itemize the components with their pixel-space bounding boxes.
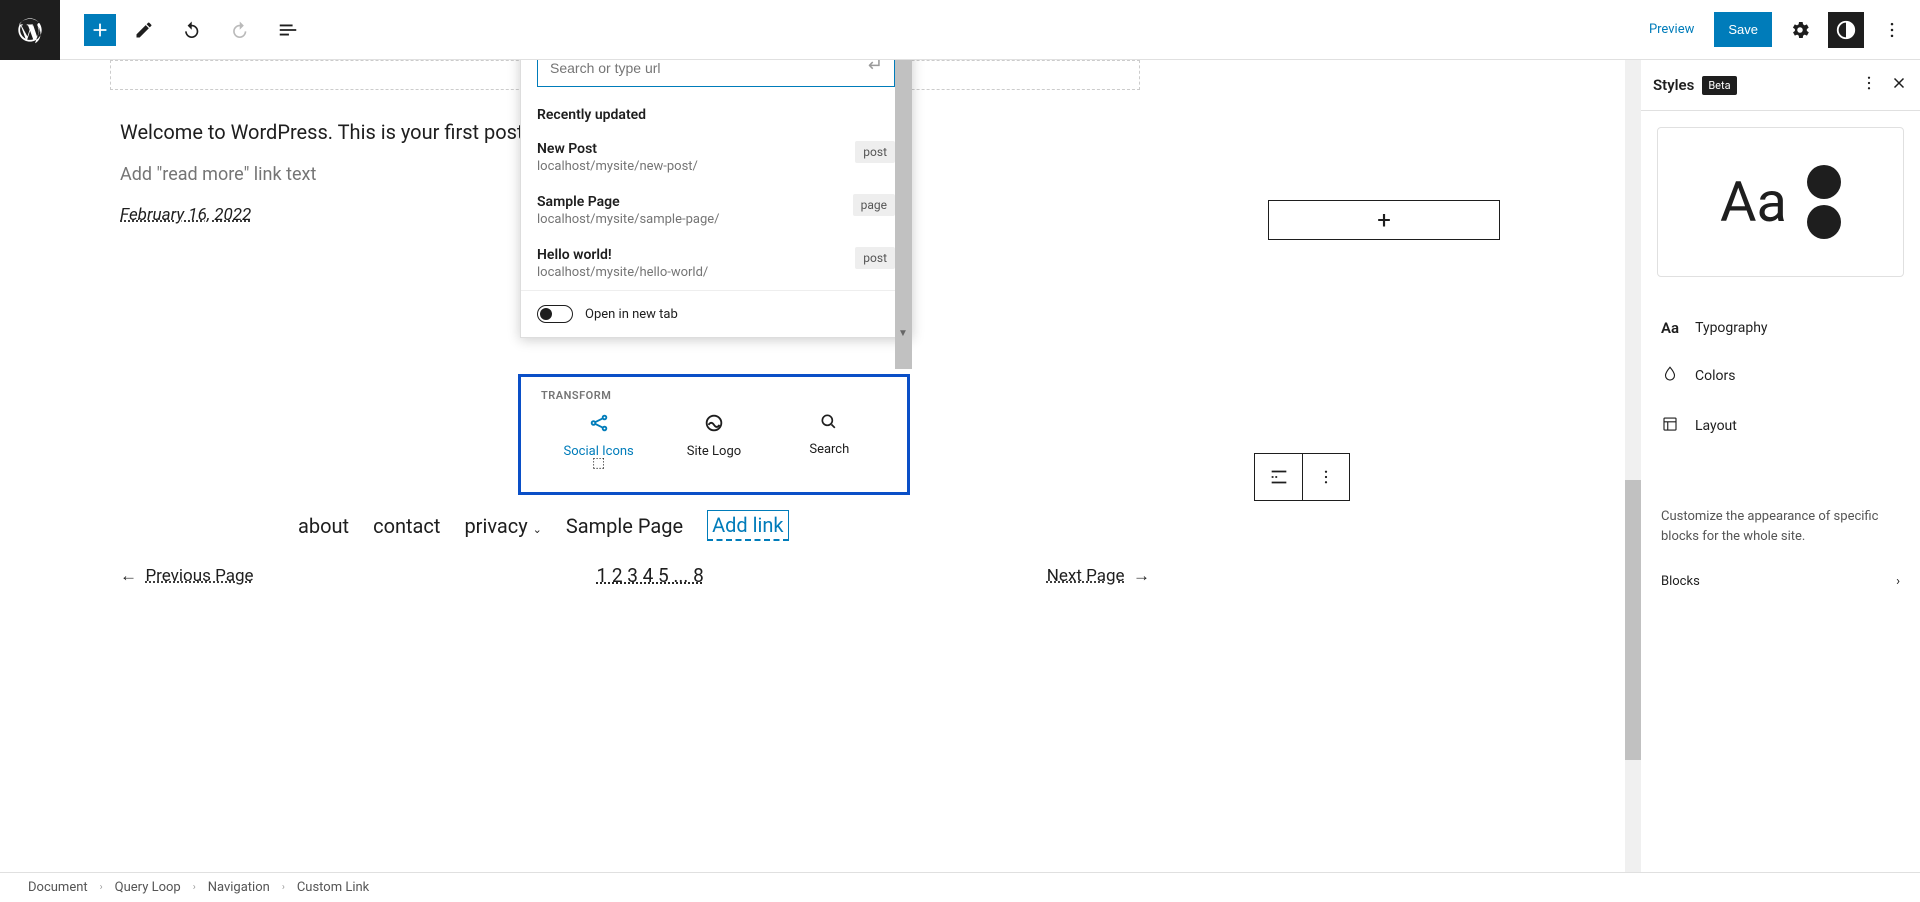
wordpress-logo[interactable] xyxy=(0,0,60,60)
style-preview[interactable]: Aa xyxy=(1657,127,1904,277)
recently-updated-label: Recently updated xyxy=(521,99,911,131)
options-icon[interactable] xyxy=(1302,453,1350,501)
edit-icon[interactable] xyxy=(124,10,164,50)
nav-item[interactable]: about xyxy=(298,514,349,538)
page-numbers[interactable]: 1 2 3 4 5 ... 8 xyxy=(596,564,703,587)
nav-item[interactable]: contact xyxy=(373,514,440,538)
popover-scrollbar[interactable]: ▲ ▼ xyxy=(895,60,912,337)
link-suggestion[interactable]: Hello world! localhost/mysite/hello-worl… xyxy=(521,237,911,290)
close-icon[interactable] xyxy=(1890,74,1908,96)
list-view-icon[interactable] xyxy=(268,10,308,50)
block-toolbar xyxy=(1254,453,1350,501)
chevron-down-icon: ⌄ xyxy=(533,523,542,536)
sidebar-scrollbar[interactable] xyxy=(1625,60,1641,872)
link-popover: ▲ ▼ ↵ Recently updated New Post localhos… xyxy=(520,60,912,338)
nav-item[interactable]: privacy ⌄ xyxy=(464,514,541,538)
top-toolbar: Preview Save xyxy=(0,0,1920,60)
chevron-right-icon: › xyxy=(282,882,285,893)
sidebar-title: Styles xyxy=(1653,76,1694,94)
breadcrumb-item[interactable]: Custom Link xyxy=(297,880,369,895)
suggestion-title: New Post xyxy=(537,141,698,157)
typography-option[interactable]: Aa Typography xyxy=(1641,305,1920,351)
pagination-block: ← Previous Page 1 2 3 4 5 ... 8 Next Pag… xyxy=(120,564,1150,587)
suggestion-url: localhost/mysite/hello-world/ xyxy=(537,265,708,280)
breadcrumb-item[interactable]: Navigation xyxy=(208,880,270,895)
layout-icon xyxy=(1661,415,1679,437)
typography-preview: Aa xyxy=(1720,169,1787,235)
layout-option[interactable]: Layout xyxy=(1641,401,1920,451)
block-inserter-button[interactable] xyxy=(84,14,116,46)
arrow-right-icon: → xyxy=(1133,566,1150,586)
transform-site-logo[interactable]: Site Logo xyxy=(664,412,764,459)
typography-icon: Aa xyxy=(1661,319,1679,337)
transform-label: TRANSFORM xyxy=(521,377,907,408)
link-search-input[interactable] xyxy=(537,60,895,87)
transform-search[interactable]: Search xyxy=(779,412,879,459)
suggestion-url: localhost/mysite/sample-page/ xyxy=(537,212,720,227)
chevron-right-icon: › xyxy=(100,882,103,893)
breadcrumb-item[interactable]: Document xyxy=(28,880,88,895)
chevron-right-icon: › xyxy=(193,882,196,893)
beta-badge: Beta xyxy=(1702,76,1736,95)
open-new-tab-toggle[interactable] xyxy=(537,305,573,323)
next-page-link[interactable]: Next Page xyxy=(1047,566,1125,586)
breadcrumb-item[interactable]: Query Loop xyxy=(115,880,181,895)
suggestion-type-badge: page xyxy=(853,194,895,216)
breadcrumb: Document › Query Loop › Navigation › Cus… xyxy=(0,872,1920,902)
transform-panel: TRANSFORM Social Icons Site Logo Search xyxy=(518,374,910,495)
navigation-block[interactable]: about contact privacy ⌄ Sample Page Add … xyxy=(298,510,789,541)
suggestion-title: Sample Page xyxy=(537,194,720,210)
chevron-right-icon: › xyxy=(1896,574,1900,589)
blocks-description: Customize the appearance of specific blo… xyxy=(1641,493,1920,560)
editor-canvas[interactable]: Welcome to WordPress. This is your first… xyxy=(0,60,1640,872)
suggestion-title: Hello world! xyxy=(537,247,708,263)
redo-icon[interactable] xyxy=(220,10,260,50)
previous-page-link[interactable]: Previous Page xyxy=(145,566,253,586)
settings-icon[interactable] xyxy=(1780,10,1820,50)
suggestion-url: localhost/mysite/new-post/ xyxy=(537,159,698,174)
transform-social-icons[interactable]: Social Icons xyxy=(549,412,649,459)
add-link-button[interactable]: Add link xyxy=(707,510,788,541)
open-new-tab-label: Open in new tab xyxy=(585,307,678,322)
more-icon[interactable] xyxy=(1860,74,1878,96)
styles-toggle-button[interactable] xyxy=(1828,12,1864,48)
suggestion-type-badge: post xyxy=(855,141,895,163)
add-block-button[interactable]: + xyxy=(1268,200,1500,240)
link-suggestion[interactable]: New Post localhost/mysite/new-post/ post xyxy=(521,131,911,184)
justify-icon[interactable] xyxy=(1254,453,1302,501)
blocks-button[interactable]: Blocks › xyxy=(1641,560,1920,603)
color-swatch xyxy=(1807,165,1841,199)
suggestion-type-badge: post xyxy=(855,247,895,269)
colors-option[interactable]: Colors xyxy=(1641,351,1920,401)
save-button[interactable]: Save xyxy=(1714,12,1772,47)
styles-sidebar: Styles Beta Aa Aa Typography Colors xyxy=(1640,60,1920,872)
link-suggestion[interactable]: Sample Page localhost/mysite/sample-page… xyxy=(521,184,911,237)
submit-icon[interactable]: ↵ xyxy=(868,60,883,76)
drop-icon xyxy=(1661,365,1679,387)
undo-icon[interactable] xyxy=(172,10,212,50)
arrow-left-icon: ← xyxy=(120,566,137,586)
color-swatch xyxy=(1807,205,1841,239)
preview-link[interactable]: Preview xyxy=(1637,14,1706,45)
nav-item[interactable]: Sample Page xyxy=(566,514,683,538)
more-menu-icon[interactable] xyxy=(1872,10,1912,50)
